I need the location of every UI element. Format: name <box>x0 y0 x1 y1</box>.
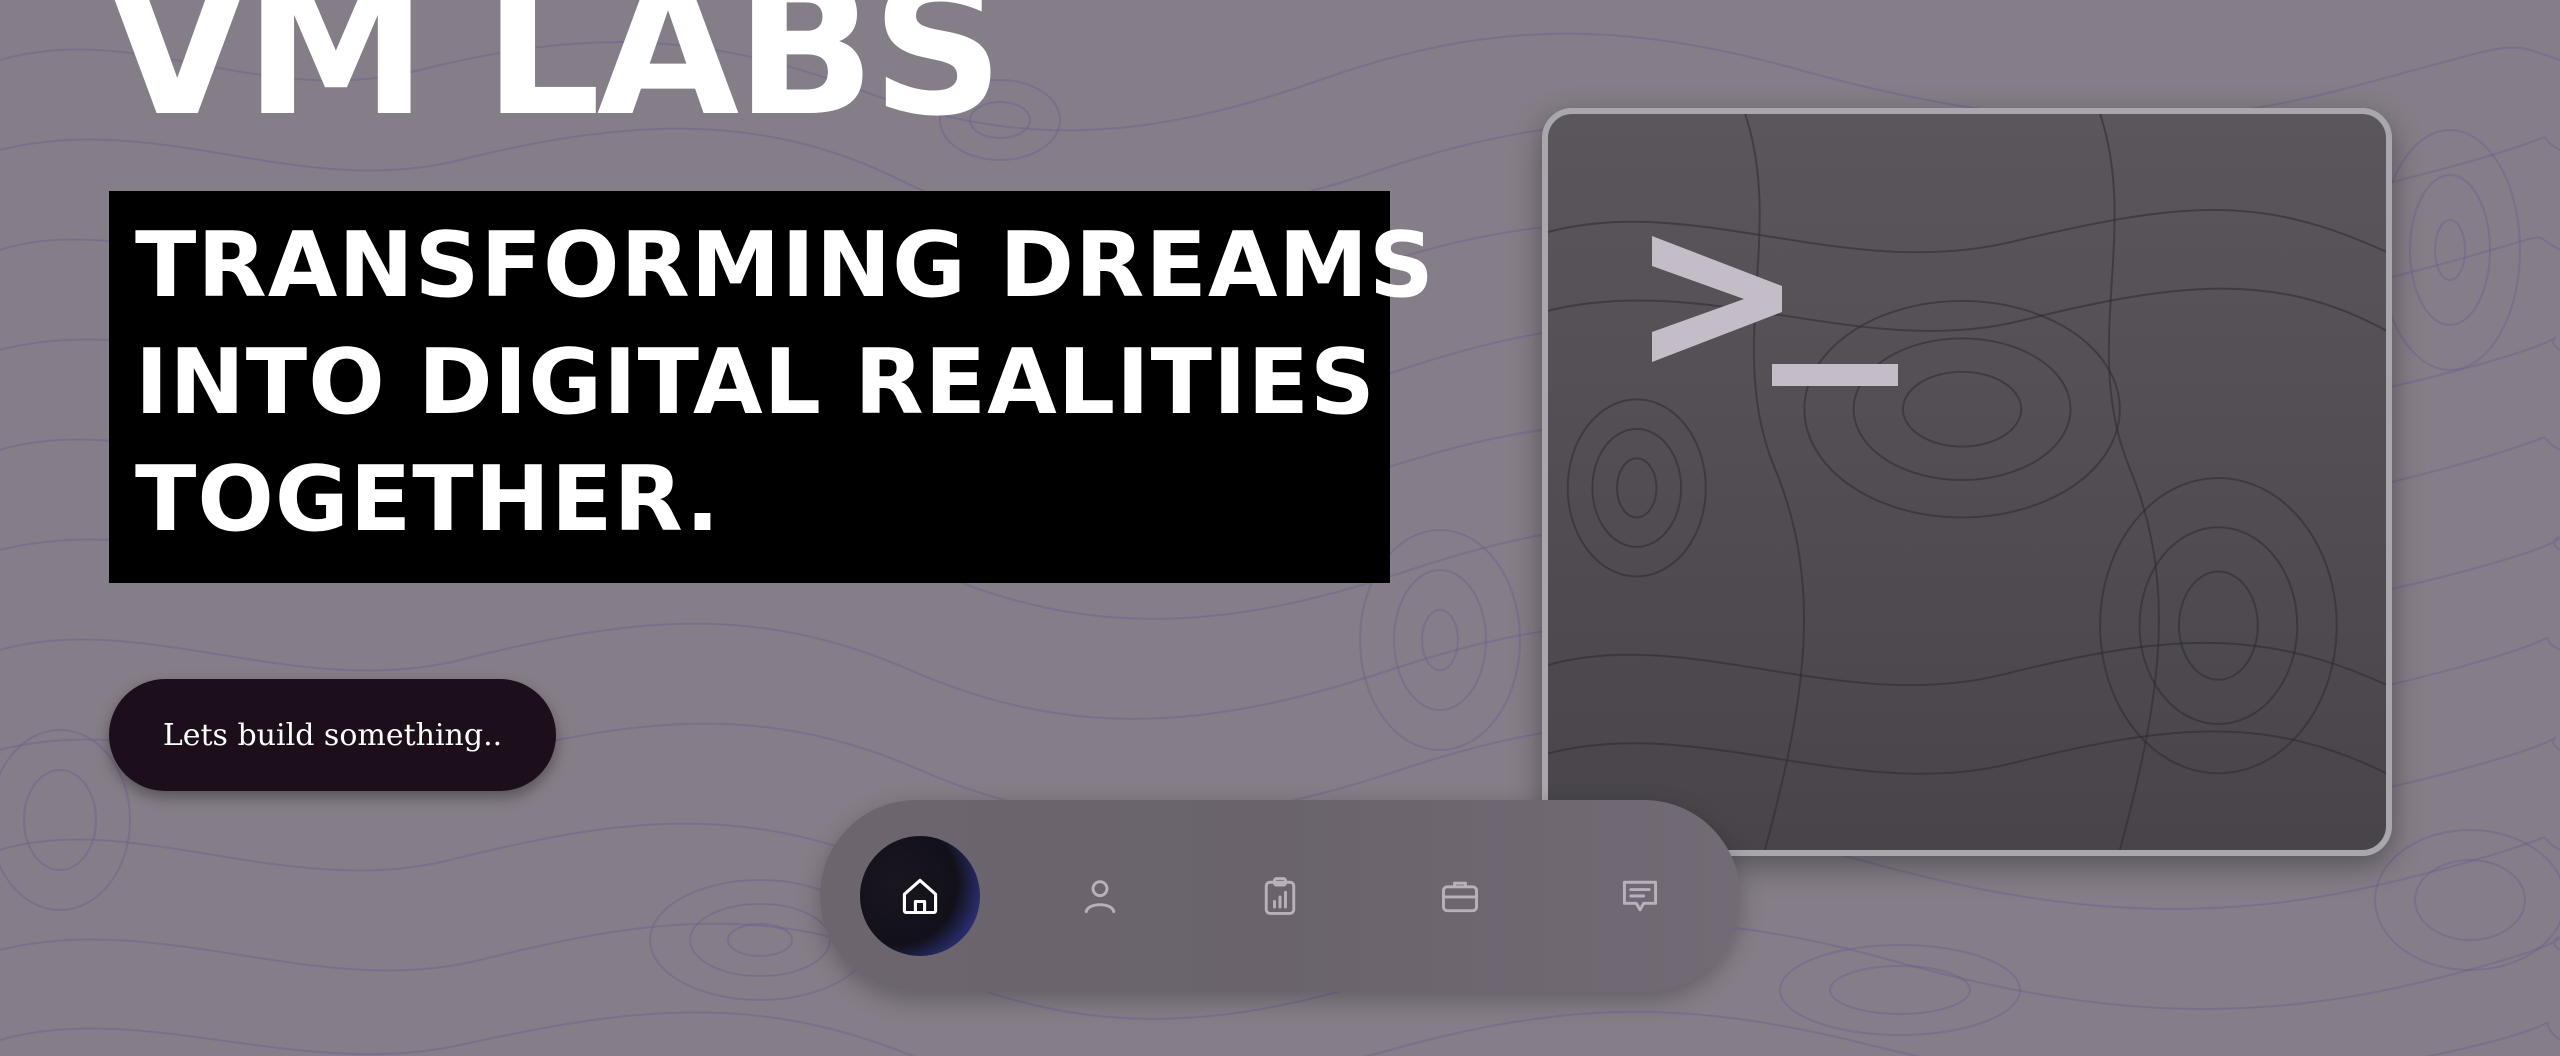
terminal-prompt-icon <box>1652 236 1898 386</box>
nav-home-button[interactable] <box>860 836 980 956</box>
hero-headline-box: TRANSFORMING DREAMS INTO DIGITAL REALITI… <box>109 191 1435 583</box>
hero-line-2: INTO DIGITAL REALITIES <box>135 330 1376 435</box>
user-icon <box>1084 880 1116 914</box>
briefcase-icon <box>1442 881 1478 913</box>
nav-contact-button[interactable] <box>1580 836 1700 956</box>
cta-button[interactable]: Lets build something.. <box>109 679 556 791</box>
message-icon <box>1622 880 1658 912</box>
hero-line-1: TRANSFORMING DREAMS <box>135 213 1435 318</box>
nav-about-button[interactable] <box>1040 836 1160 956</box>
nav-portfolio-button[interactable] <box>1400 836 1520 956</box>
bottom-nav-dock <box>820 800 1740 992</box>
nav-stats-button[interactable] <box>1220 836 1340 956</box>
terminal-card <box>1542 108 2392 856</box>
clipboard-chart-icon <box>1264 877 1296 915</box>
home-icon <box>902 878 938 915</box>
brand-title: VM LABS <box>106 0 1004 157</box>
hero-line-3: TOGETHER. <box>135 447 721 552</box>
